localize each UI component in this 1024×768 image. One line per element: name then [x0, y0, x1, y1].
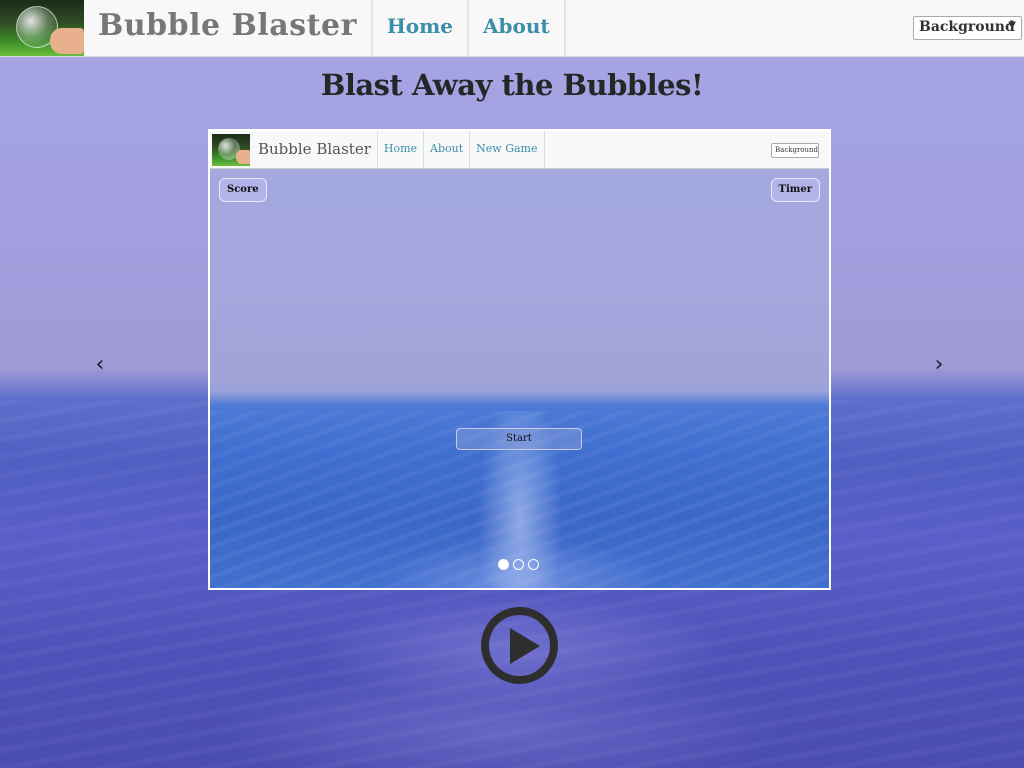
carousel-prev-button[interactable]: ‹	[90, 353, 110, 377]
slide-navbar: Bubble Blaster Home About New Game Backg…	[210, 131, 829, 169]
finger-graphic	[50, 28, 84, 54]
carousel-slide: Bubble Blaster Home About New Game Backg…	[208, 129, 831, 590]
brand-logo[interactable]	[0, 0, 84, 56]
finger-graphic	[236, 150, 250, 164]
slide-brand-logo	[212, 134, 250, 166]
background-select[interactable]: Background ▼	[913, 16, 1022, 40]
slide-nav-link-new-game: New Game	[469, 131, 545, 168]
carousel-indicator-2[interactable]	[513, 559, 524, 570]
slide-nav-link-home: Home	[376, 131, 423, 168]
slide-start-button: Start	[456, 428, 582, 450]
page-heading: Blast Away the Bubbles!	[320, 68, 704, 102]
nav-link-about[interactable]: About	[467, 0, 566, 56]
timer-badge: Timer	[770, 178, 820, 202]
navbar: Bubble Blaster Home About Background ▼	[0, 0, 1024, 57]
chevron-right-icon: ›	[934, 352, 944, 377]
carousel-indicator-3[interactable]	[528, 559, 539, 570]
slide-background-select-value: Background	[775, 146, 819, 154]
play-icon	[510, 628, 540, 664]
chevron-left-icon: ‹	[95, 352, 105, 377]
dropdown-caret-icon: ▼	[1008, 20, 1016, 31]
slide-background-select: Background	[771, 143, 819, 158]
nav-link-home[interactable]: Home	[370, 0, 467, 56]
slide-nav-link-about: About	[423, 131, 469, 168]
brand-title[interactable]: Bubble Blaster	[84, 0, 371, 56]
carousel-indicator-1[interactable]	[498, 559, 509, 570]
play-button[interactable]	[481, 607, 558, 684]
background-select-value: Background	[919, 19, 1015, 35]
carousel-next-button[interactable]: ›	[929, 353, 949, 377]
carousel-indicators	[498, 559, 539, 570]
slide-brand-title: Bubble Blaster	[258, 140, 371, 158]
score-badge: Score	[219, 178, 267, 202]
